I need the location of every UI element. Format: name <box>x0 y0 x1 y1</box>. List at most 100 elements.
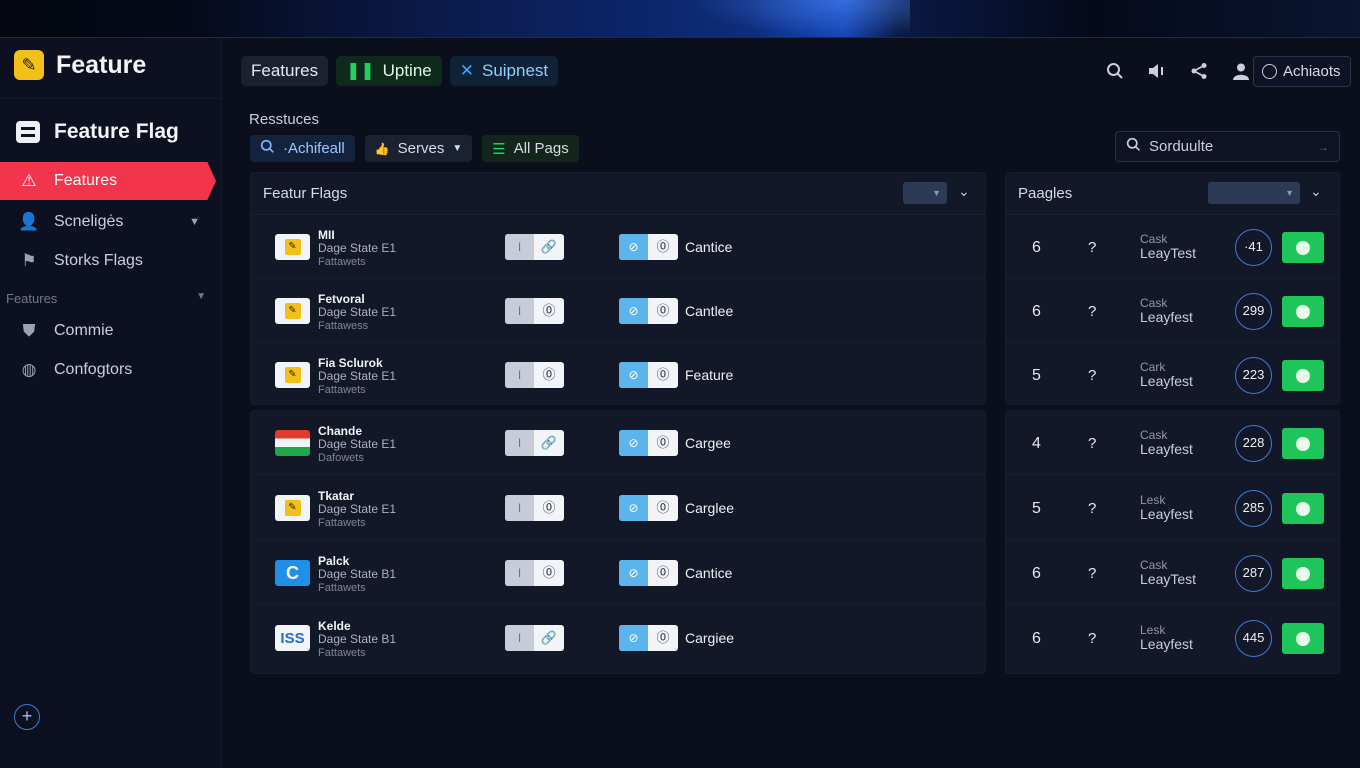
page-score-badge[interactable]: 223 <box>1235 357 1272 394</box>
flag-action[interactable]: Carglee <box>685 500 734 516</box>
panel-title: Paagles <box>1018 185 1073 202</box>
table-row[interactable]: Chande Dage State E1 Dafowets I 🔗 ⊘ ⓪ Carg… <box>251 411 985 475</box>
flag-state: Dage State E1 <box>318 369 397 383</box>
table-row[interactable]: ✎ Tkatar Dage State E1 Fattawets I⓪ ⊘ ⓪ C… <box>251 476 985 540</box>
sidebar-item-configurators[interactable]: ◍ Confoɡtors <box>0 351 222 389</box>
page-count: 6 <box>1032 239 1041 256</box>
flag-env-toggle[interactable]: ⊘ ⓪ <box>619 298 678 324</box>
c-logo-icon: C <box>275 560 310 586</box>
panel-dropdown[interactable]: ▼ <box>1208 182 1300 204</box>
page-enabled-toggle[interactable] <box>1282 296 1324 327</box>
chevron-down-icon: ▼ <box>196 291 206 302</box>
flag-toggle[interactable]: I⓪ <box>505 298 564 324</box>
filter-all-pages[interactable]: ☰ All Pags <box>482 135 579 162</box>
tab-uptime[interactable]: ❚❚ Uptine <box>336 56 442 86</box>
page-score-badge[interactable]: 445 <box>1235 620 1272 657</box>
page-score-badge[interactable]: 299 <box>1235 293 1272 330</box>
flag-toggle[interactable]: I⓪ <box>505 362 564 388</box>
table-row[interactable]: ✎ Fia Sclurok Dage State E1 Fattawets I⓪… <box>251 343 985 407</box>
flag-toggle[interactable]: I⓪ <box>505 495 564 521</box>
chevron-down-icon[interactable]: ⌄ <box>958 183 970 200</box>
table-row[interactable]: 6 ? Cask LeayTest 287 <box>1006 541 1339 605</box>
table-row[interactable]: 5 ? Lesk Leayfest 285 <box>1006 476 1339 540</box>
speaker-icon[interactable] <box>1146 60 1168 82</box>
clock-icon <box>1262 64 1277 79</box>
sidebar-item-commie[interactable]: ⛊ Commie <box>0 312 222 350</box>
search-icon[interactable] <box>1104 60 1126 82</box>
flag-action[interactable]: Cargee <box>685 435 731 451</box>
flag-action[interactable]: Cantice <box>685 565 732 581</box>
add-button[interactable]: + <box>14 704 40 730</box>
sidebar-item-schedules[interactable]: 👤 Scneligės ▼ <box>0 203 222 241</box>
flag-env-toggle[interactable]: ⊘ ⓪ <box>619 430 678 456</box>
sidebar: ✎ Feature Feature Flag ⚠ Features 👤 Scne… <box>0 38 222 768</box>
flag-state: Dage State E1 <box>318 502 397 516</box>
resources-label: Resstuces <box>249 111 320 128</box>
page-enabled-toggle[interactable] <box>1282 428 1324 459</box>
sidebar-group-features[interactable]: Features ▼ <box>6 291 206 306</box>
flag-env-toggle[interactable]: ⊘ ⓪ <box>619 560 678 586</box>
table-row[interactable]: 6 ? Cask LeayTest ·41 <box>1006 215 1339 279</box>
page-enabled-toggle[interactable] <box>1282 623 1324 654</box>
help-icon[interactable]: ? <box>1088 367 1096 384</box>
sidebar-item-features[interactable]: ⚠ Features <box>0 162 216 200</box>
help-icon[interactable]: ? <box>1088 500 1096 517</box>
page-enabled-toggle[interactable] <box>1282 558 1324 589</box>
flag-meta: Fattawets <box>318 582 366 594</box>
search-input[interactable]: Sorduulte → <box>1115 131 1340 162</box>
flag-env-toggle[interactable]: ⊘ ⓪ <box>619 362 678 388</box>
flag-env-toggle[interactable]: ⊘ ⓪ <box>619 625 678 651</box>
flag-toggle[interactable]: I⓪ <box>505 560 564 586</box>
page-enabled-toggle[interactable] <box>1282 360 1324 391</box>
page-score-badge[interactable]: 228 <box>1235 425 1272 462</box>
flag-env-toggle[interactable]: ⊘ ⓪ <box>619 495 678 521</box>
table-row[interactable]: 6 ? Cask Leayfest 299 <box>1006 279 1339 343</box>
page-type: Cask <box>1140 296 1168 310</box>
page-name: LeayTest <box>1140 571 1197 587</box>
shield-icon: ⛊ <box>22 321 36 340</box>
flag-toggle[interactable]: I 🔗 <box>505 234 564 260</box>
table-row[interactable]: 4 ? Cask Leayfest 228 <box>1006 411 1339 475</box>
help-icon[interactable]: ? <box>1088 239 1096 256</box>
flag-action[interactable]: Feature <box>685 367 733 383</box>
tab-features[interactable]: Features <box>241 56 329 86</box>
sidebar-item-storks-flags[interactable]: ⚑ Storks Flags <box>0 242 222 280</box>
tab-label: Features <box>251 61 319 80</box>
table-row[interactable]: ISS Kelde Dage State B1 Fattawets I 🔗 ⊘ ⓪ … <box>251 606 985 670</box>
page-score-badge[interactable]: ·41 <box>1235 229 1272 266</box>
help-icon[interactable]: ? <box>1088 303 1096 320</box>
table-row[interactable]: C Palck Dage State B1 Fattawets I⓪ ⊘ ⓪ Ca… <box>251 541 985 605</box>
page-count: 5 <box>1032 367 1041 384</box>
tab-suipnest[interactable]: ✕ Suipnest <box>449 56 559 86</box>
table-row[interactable]: 5 ? Cark Leayfest 223 <box>1006 343 1339 407</box>
page-enabled-toggle[interactable] <box>1282 232 1324 263</box>
table-row[interactable]: ✎ MII Dage State E1 Fattawets I 🔗 ⊘ ⓪ Cant… <box>251 215 985 279</box>
flag-toggle[interactable]: I 🔗 <box>505 625 564 651</box>
help-icon[interactable]: ? <box>1088 435 1096 452</box>
table-row[interactable]: ✎ Fetvoral Dage State E1 Fattawess I⓪ ⊘ ⓪… <box>251 279 985 343</box>
flag-env-toggle[interactable]: ⊘ ⓪ <box>619 234 678 260</box>
filter-serves[interactable]: 👍 Serves ▼ <box>364 135 473 162</box>
page-score-badge[interactable]: 285 <box>1235 490 1272 527</box>
flag-toggle[interactable]: I 🔗 <box>505 430 564 456</box>
panel-dropdown[interactable]: ▼ <box>903 182 947 204</box>
flag-name: Fetvoral <box>318 292 365 306</box>
panel-title: Featur Flags <box>263 185 348 202</box>
flag-action[interactable]: Cantice <box>685 239 732 255</box>
help-icon[interactable]: ? <box>1088 630 1096 647</box>
flag-action[interactable]: Cargiee <box>685 630 734 646</box>
help-icon[interactable]: ? <box>1088 565 1096 582</box>
flag-meta: Fattawets <box>318 647 366 659</box>
page-score-badge[interactable]: 287 <box>1235 555 1272 592</box>
flag-action[interactable]: Cantlee <box>685 303 733 319</box>
panel-header: Featur Flags ▼ ⌄ <box>251 173 985 215</box>
brand[interactable]: ✎ Feature <box>14 50 146 80</box>
account-button[interactable]: Achiaots <box>1253 56 1351 87</box>
table-row[interactable]: 6 ? Lesk Leayfest 445 <box>1006 606 1339 670</box>
user-icon[interactable] <box>1230 60 1252 82</box>
chevron-down-icon[interactable]: ⌄ <box>1310 183 1322 200</box>
page-enabled-toggle[interactable] <box>1282 493 1324 524</box>
share-icon[interactable] <box>1188 60 1210 82</box>
filter-label: All Pags <box>513 140 569 157</box>
filter-search[interactable]: ·Achifeall <box>250 135 355 162</box>
